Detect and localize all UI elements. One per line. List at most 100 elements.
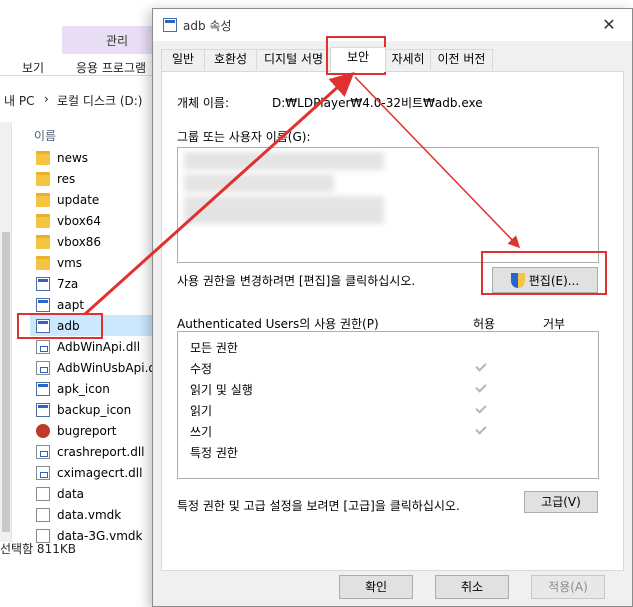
- permission-row-label: 읽기 및 실행: [190, 383, 253, 397]
- permission-row-label: 모든 권한: [190, 341, 238, 355]
- redacted-user-entry: [184, 174, 334, 192]
- file-item-label: news: [57, 150, 89, 165]
- highlight-adb-file: [17, 313, 103, 339]
- permissions-label: Authenticated Users의 사용 권한(P): [177, 317, 379, 331]
- folder-icon: [36, 255, 50, 270]
- exe-icon: [36, 276, 50, 291]
- tab-security[interactable]: 보안: [330, 47, 386, 72]
- file-item-label: aapt: [57, 297, 85, 312]
- allow-check-icon: [475, 402, 487, 414]
- file-item-label: vbox64: [57, 213, 102, 228]
- ok-button[interactable]: 확인: [339, 575, 413, 599]
- file-item-label: cximagecrt.dll: [57, 465, 143, 480]
- scrollbar-thumb[interactable]: [2, 232, 10, 532]
- advanced-hint-text: 특정 권한 및 고급 설정을 보려면 [고급]을 클릭하십시오.: [177, 499, 460, 513]
- file-item-label: bugreport: [57, 423, 117, 438]
- tab-compatibility[interactable]: 호환성: [204, 49, 257, 70]
- security-tab-panel: 개체 이름: D:₩LDPlayer₩4.0-32비트₩adb.exe 그룹 또…: [161, 71, 624, 571]
- file-item-aapt[interactable]: aapt: [30, 294, 160, 315]
- object-name-label: 개체 이름:: [177, 96, 230, 110]
- file-item-label: backup_icon: [57, 402, 132, 417]
- allow-check-icon: [475, 360, 487, 372]
- permission-row-label: 쓰기: [190, 425, 213, 439]
- edit-hint-text: 사용 권한을 변경하려면 [편집]을 클릭하십시오.: [177, 274, 416, 288]
- file-item-news[interactable]: news: [30, 147, 160, 168]
- folder-icon: [36, 234, 50, 249]
- breadcrumb-separator: ›: [44, 92, 49, 106]
- apply-button[interactable]: 적용(A): [531, 575, 605, 599]
- file-icon: [36, 486, 50, 501]
- file-item-vbox86[interactable]: vbox86: [30, 231, 160, 252]
- exe-icon: [36, 381, 50, 396]
- deny-column-header: 거부: [543, 317, 566, 331]
- cancel-button[interactable]: 취소: [435, 575, 509, 599]
- file-item-label: crashreport.dll: [57, 444, 145, 459]
- file-item-adbwinapi-dll[interactable]: AdbWinApi.dll: [30, 336, 160, 357]
- exe-icon: [36, 297, 50, 312]
- status-bar-selection: 선택함 811KB: [0, 542, 76, 556]
- folder-icon: [36, 213, 50, 228]
- permission-row-label: 특정 권한: [190, 446, 238, 460]
- breadcrumb-this-pc[interactable]: 내 PC: [4, 92, 34, 109]
- file-item-update[interactable]: update: [30, 189, 160, 210]
- exe-icon: [36, 402, 50, 417]
- file-item-label: AdbWinApi.dll: [57, 339, 141, 354]
- file-item-cximagecrt-dll[interactable]: cximagecrt.dll: [30, 462, 160, 483]
- file-item-label: apk_icon: [57, 381, 110, 396]
- file-item-crashreport-dll[interactable]: crashreport.dll: [30, 441, 160, 462]
- exe-icon: [163, 18, 177, 32]
- allow-check-icon: [475, 381, 487, 393]
- advanced-button[interactable]: 고급(V): [524, 491, 598, 513]
- dll-icon: [36, 444, 50, 459]
- column-header-name[interactable]: 이름: [34, 127, 56, 144]
- bug-icon: [36, 423, 50, 438]
- properties-dialog: adb 속성 ✕ 일반 호환성 디지털 서명 보안 자세히 이전 버전 개체 이…: [152, 8, 633, 607]
- file-item-vms[interactable]: vms: [30, 252, 160, 273]
- file-item-vbox64[interactable]: vbox64: [30, 210, 160, 231]
- file-item-backup-icon[interactable]: backup_icon: [30, 399, 160, 420]
- permission-row-label: 읽기: [190, 404, 213, 418]
- file-icon: [36, 507, 50, 522]
- dll-icon: [36, 465, 50, 480]
- file-item-label: 7za: [57, 276, 79, 291]
- redacted-user-entry: [184, 196, 384, 224]
- file-item-apk-icon[interactable]: apk_icon: [30, 378, 160, 399]
- ribbon-tab-view[interactable]: 보기: [22, 59, 44, 76]
- folder-icon: [36, 171, 50, 186]
- file-item-data-vmdk[interactable]: data.vmdk: [30, 504, 160, 525]
- group-user-list[interactable]: [177, 147, 599, 263]
- file-item-7za[interactable]: 7za: [30, 273, 160, 294]
- file-item-res[interactable]: res: [30, 168, 160, 189]
- file-item-label: data.vmdk: [57, 507, 122, 522]
- allow-column-header: 허용: [473, 317, 496, 331]
- object-name-value: D:₩LDPlayer₩4.0-32비트₩adb.exe: [272, 96, 483, 110]
- permissions-list[interactable]: 모든 권한 수정 읽기 및 실행 읽기 쓰기 특정 권한: [177, 331, 599, 479]
- navigation-pane-scrollbar[interactable]: [0, 122, 12, 542]
- tab-digital-signature[interactable]: 디지털 서명: [256, 49, 331, 70]
- file-item-label: update: [57, 192, 100, 207]
- dll-icon: [36, 339, 50, 354]
- dialog-titlebar[interactable]: adb 속성 ✕: [153, 9, 632, 41]
- group-user-label: 그룹 또는 사용자 이름(G):: [177, 130, 311, 144]
- file-item-label: res: [57, 171, 76, 186]
- allow-check-icon: [475, 423, 487, 435]
- tab-details[interactable]: 자세히: [385, 49, 431, 70]
- file-item-adbwinusbapi-dll[interactable]: AdbWinUsbApi.dll: [30, 357, 160, 378]
- file-item-data[interactable]: data: [30, 483, 160, 504]
- file-item-label: vms: [57, 255, 83, 270]
- file-item-label: data: [57, 486, 85, 501]
- dialog-title: adb 속성: [183, 19, 232, 33]
- file-item-label: vbox86: [57, 234, 102, 249]
- highlight-edit-button: [481, 251, 607, 295]
- dll-icon: [36, 360, 50, 375]
- file-item-bugreport[interactable]: bugreport: [30, 420, 160, 441]
- tab-previous-versions[interactable]: 이전 버전: [430, 49, 493, 70]
- file-list: news res update vbox64 vbox86 vms 7za aapt adb Ad…: [30, 147, 160, 546]
- folder-icon: [36, 150, 50, 165]
- breadcrumb-local-disk[interactable]: 로컬 디스크 (D:): [57, 92, 142, 109]
- file-item-label: AdbWinUsbApi.dll: [57, 360, 160, 375]
- ribbon-tab-app-tools[interactable]: 응용 프로그램: [76, 59, 146, 76]
- folder-icon: [36, 192, 50, 207]
- close-button[interactable]: ✕: [594, 13, 624, 37]
- tab-general[interactable]: 일반: [161, 49, 205, 70]
